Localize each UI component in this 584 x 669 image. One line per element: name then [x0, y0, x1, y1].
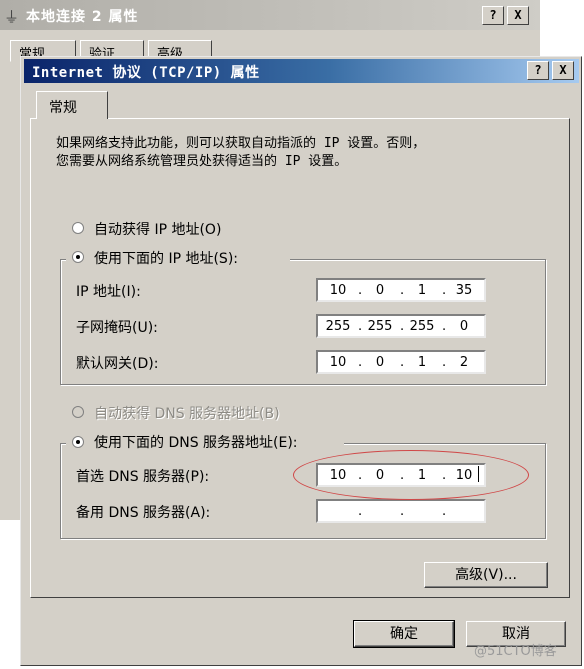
mask-octet-4: 0 [459, 319, 469, 334]
auto-dns-radio [72, 406, 84, 418]
manual-ip-radio[interactable] [72, 251, 84, 263]
ip-address-input[interactable]: 10. 0. 1. 35 [316, 278, 486, 302]
manual-dns-label[interactable]: 使用下面的 DNS 服务器地址(E): [94, 432, 298, 452]
background-close-button[interactable]: X [507, 6, 529, 25]
help-button[interactable]: ? [527, 61, 549, 80]
mask-octet-3: 255 [409, 319, 435, 334]
ip-octet-1: 10 [329, 283, 347, 298]
close-button[interactable]: X [552, 61, 574, 80]
advanced-button[interactable]: 高级(V)... [424, 562, 548, 588]
description-line-1: 如果网络支持此功能，则可以获取自动指派的 IP 设置。否则， [56, 136, 426, 151]
subnet-mask-label: 子网掩码(U): [76, 320, 158, 336]
network-connection-icon: ⏚ [4, 8, 20, 26]
alternate-dns-label: 备用 DNS 服务器(A): [76, 505, 211, 521]
gateway-octet-4: 2 [459, 355, 469, 370]
mask-octet-1: 255 [325, 319, 351, 334]
watermark: @51CTO博客 [474, 644, 557, 659]
auto-ip-label[interactable]: 自动获得 IP 地址(O) [94, 219, 221, 239]
gateway-octet-1: 10 [329, 355, 347, 370]
tab-general[interactable]: 常规 [36, 91, 108, 119]
background-help-button[interactable]: ? [482, 6, 504, 25]
description-text: 如果网络支持此功能，则可以获取自动指派的 IP 设置。否则， 您需要从网络系统管… [56, 135, 546, 171]
tab-general-label: 常规 [49, 100, 77, 116]
highlight-annotation-ellipse [293, 450, 529, 500]
ip-octet-2: 0 [375, 283, 385, 298]
dialog-title-bar[interactable]: Internet 协议 (TCP/IP) 属性 ? X [24, 59, 579, 83]
dialog-title: Internet 协议 (TCP/IP) 属性 [32, 65, 260, 81]
manual-ip-label[interactable]: 使用下面的 IP 地址(S): [94, 248, 238, 268]
manual-dns-radio[interactable] [72, 436, 84, 448]
alternate-dns-input[interactable]: . . . [316, 499, 486, 523]
ip-octet-4: 35 [455, 283, 473, 298]
gateway-octet-2: 0 [375, 355, 385, 370]
ip-address-label: IP 地址(I): [76, 284, 141, 300]
mask-octet-2: 255 [367, 319, 393, 334]
background-dialog-title: 本地连接 2 属性 [26, 9, 139, 25]
gateway-octet-3: 1 [417, 355, 427, 370]
preferred-dns-label: 首选 DNS 服务器(P): [76, 469, 210, 485]
subnet-mask-input[interactable]: 255. 255. 255. 0 [316, 314, 486, 338]
description-line-2: 您需要从网络系统管理员处获得适当的 IP 设置。 [56, 154, 348, 169]
ok-button[interactable]: 确定 [353, 620, 455, 648]
default-gateway-input[interactable]: 10. 0. 1. 2 [316, 350, 486, 374]
ip-octet-3: 1 [417, 283, 427, 298]
default-gateway-label: 默认网关(D): [76, 356, 159, 372]
auto-dns-label: 自动获得 DNS 服务器地址(B) [94, 406, 280, 422]
auto-ip-radio[interactable] [72, 222, 84, 234]
background-title-bar[interactable]: ⏚ 本地连接 2 属性 ? X [0, 0, 540, 30]
